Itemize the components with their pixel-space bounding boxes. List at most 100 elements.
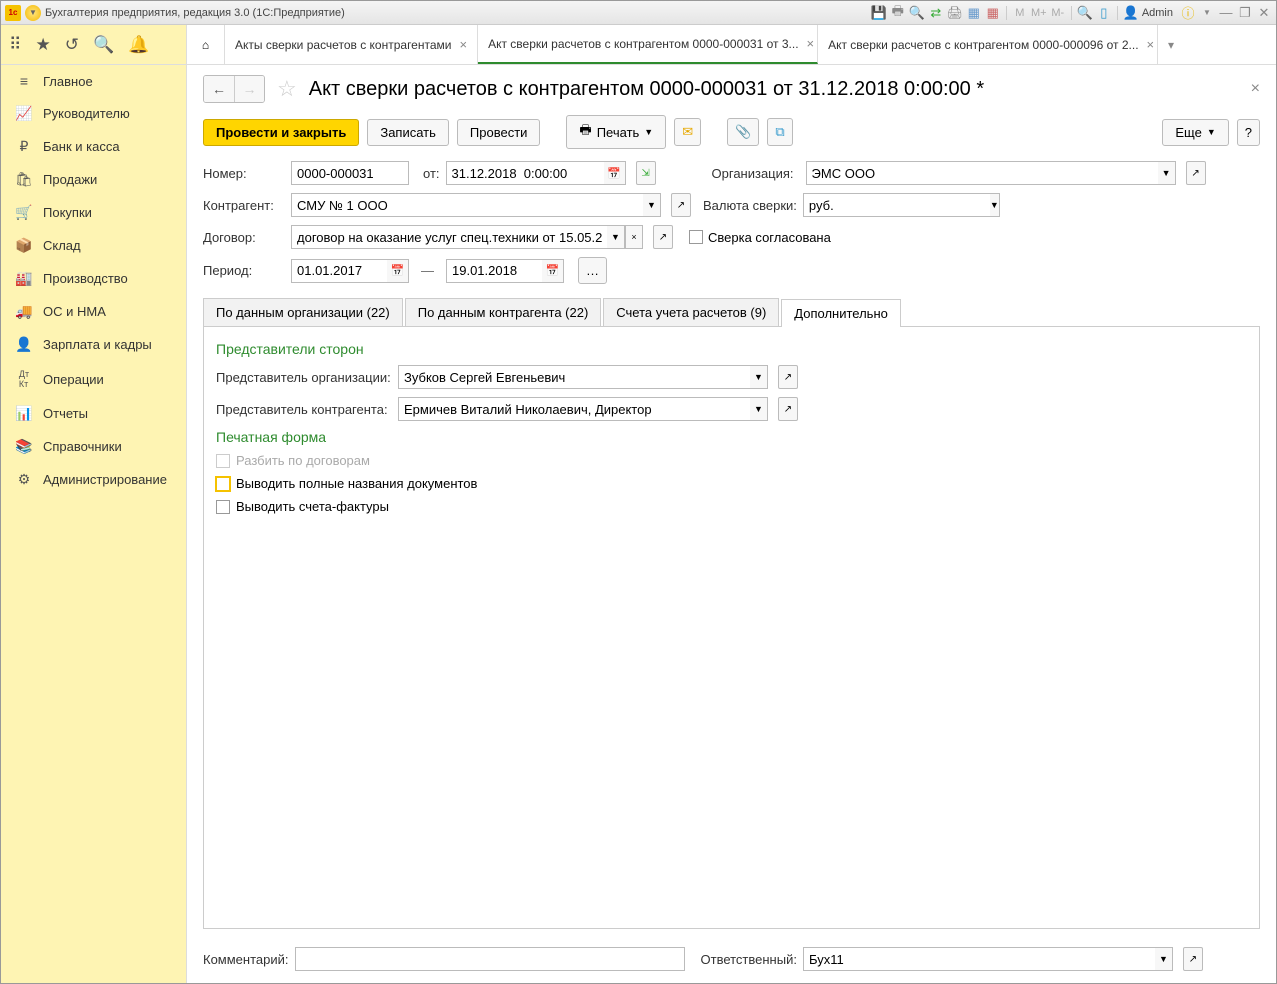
info-icon[interactable]: ⓘ: [1180, 5, 1196, 21]
inner-tab-accounts[interactable]: Счета учета расчетов (9): [603, 298, 779, 326]
rep-org-input[interactable]: [398, 365, 750, 389]
person-icon: 👤: [15, 336, 33, 353]
search-icon[interactable]: 🔍: [93, 35, 114, 55]
m-button[interactable]: M: [1012, 5, 1028, 21]
help-button[interactable]: ?: [1237, 119, 1260, 146]
date-adjust-button[interactable]: ⇲: [636, 161, 656, 185]
rep-cp-input[interactable]: [398, 397, 750, 421]
m-plus-button[interactable]: M+: [1031, 5, 1047, 21]
sidebar-item-main[interactable]: ≡Главное: [1, 65, 186, 97]
sidebar-item-production[interactable]: 🏭Производство: [1, 262, 186, 295]
sidebar-item-manager[interactable]: 📈Руководителю: [1, 97, 186, 130]
period-to-input[interactable]: [446, 259, 542, 283]
tab-act-96[interactable]: Акт сверки расчетов с контрагентом 0000-…: [818, 25, 1158, 64]
date-input[interactable]: [446, 161, 604, 185]
preview-icon[interactable]: 🔍: [909, 5, 925, 21]
invoices-checkbox[interactable]: [216, 500, 230, 514]
post-and-close-button[interactable]: Провести и закрыть: [203, 119, 359, 146]
home-tab[interactable]: ⌂: [187, 25, 225, 64]
minimize-icon[interactable]: —: [1218, 5, 1234, 21]
favorite-icon[interactable]: ★: [35, 35, 50, 55]
printer-icon[interactable]: 🖨: [947, 5, 963, 21]
close-window-icon[interactable]: ✕: [1256, 5, 1272, 21]
sidebar-item-bank[interactable]: ₽Банк и касса: [1, 130, 186, 163]
currency-input[interactable]: [803, 193, 990, 217]
close-document-icon[interactable]: ×: [1251, 80, 1260, 98]
sidebar-item-sales[interactable]: 🛍Продажи: [1, 163, 186, 196]
contract-input[interactable]: [291, 225, 607, 249]
home-icon: ⌂: [202, 38, 209, 52]
apps-icon[interactable]: ⠿: [9, 35, 21, 55]
compare-icon[interactable]: ⇄: [928, 5, 944, 21]
m-minus-button[interactable]: M-: [1050, 5, 1066, 21]
post-button[interactable]: Провести: [457, 119, 541, 146]
sidebar-item-directories[interactable]: 📚Справочники: [1, 430, 186, 463]
calendar-icon[interactable]: ▦: [966, 5, 982, 21]
currency-dropdown[interactable]: ▼: [990, 193, 1000, 217]
calendar-button[interactable]: 📅: [604, 161, 626, 185]
rep-cp-open[interactable]: ↗: [778, 397, 798, 421]
sidebar-item-assets[interactable]: 🚚ОС и НМА: [1, 295, 186, 328]
number-input[interactable]: [291, 161, 409, 185]
contract-clear[interactable]: ×: [625, 225, 643, 249]
rep-org-dropdown[interactable]: ▼: [750, 365, 768, 389]
inner-tab-cp-data[interactable]: По данным контрагента (22): [405, 298, 602, 326]
sidebar-item-purchases[interactable]: 🛒Покупки: [1, 196, 186, 229]
panel-icon[interactable]: ▯: [1096, 5, 1112, 21]
sidebar-item-operations[interactable]: ДтКтОперации: [1, 361, 186, 397]
close-icon[interactable]: ×: [1147, 37, 1155, 52]
history-icon[interactable]: ↺: [65, 35, 79, 55]
rep-org-open[interactable]: ↗: [778, 365, 798, 389]
responsible-dropdown[interactable]: ▼: [1155, 947, 1173, 971]
agreed-checkbox[interactable]: [689, 230, 703, 244]
org-dropdown[interactable]: ▼: [1158, 161, 1176, 185]
app-title: Бухгалтерия предприятия, редакция 3.0 (1…: [45, 7, 345, 19]
tab-acts-list[interactable]: Акты сверки расчетов с контрагентами ×: [225, 25, 478, 64]
print-button[interactable]: 🖶Печать▼: [566, 115, 666, 149]
nav-forward-button[interactable]: →: [234, 76, 264, 102]
info-drop-icon[interactable]: ▼: [1199, 5, 1215, 21]
cp-open-button[interactable]: ↗: [671, 193, 691, 217]
counterparty-label: Контрагент:: [203, 198, 285, 213]
org-open-button[interactable]: ↗: [1186, 161, 1206, 185]
sidebar-item-hr[interactable]: 👤Зарплата и кадры: [1, 328, 186, 361]
email-button[interactable]: ✉: [674, 118, 701, 146]
counterparty-input[interactable]: [291, 193, 643, 217]
period-from-cal[interactable]: 📅: [387, 259, 409, 283]
app-menu-dropdown[interactable]: ▼: [25, 5, 41, 21]
structure-button[interactable]: ⧉: [767, 118, 792, 146]
attach-button[interactable]: 📎: [727, 118, 759, 146]
print-icon[interactable]: 🖶: [890, 5, 906, 21]
contract-open-button[interactable]: ↗: [653, 225, 673, 249]
contract-dropdown[interactable]: ▼: [607, 225, 625, 249]
rep-cp-dropdown[interactable]: ▼: [750, 397, 768, 421]
more-button[interactable]: Еще ▼: [1162, 119, 1228, 146]
close-icon[interactable]: ×: [807, 36, 815, 51]
cp-dropdown[interactable]: ▼: [643, 193, 661, 217]
inner-tab-additional[interactable]: Дополнительно: [781, 299, 901, 327]
bag-icon: 🛍: [15, 171, 33, 188]
save-icon[interactable]: 💾: [871, 5, 887, 21]
sidebar-item-warehouse[interactable]: 📦Склад: [1, 229, 186, 262]
tabs-more[interactable]: ▾: [1158, 25, 1184, 64]
responsible-open[interactable]: ↗: [1183, 947, 1203, 971]
period-picker-button[interactable]: …: [578, 257, 607, 284]
bell-icon[interactable]: 🔔: [128, 35, 149, 55]
save-button[interactable]: Записать: [367, 119, 449, 146]
comment-input[interactable]: [295, 947, 685, 971]
zoom-icon[interactable]: 🔍: [1077, 5, 1093, 21]
org-input[interactable]: [806, 161, 1158, 185]
favorite-star-icon[interactable]: ☆: [277, 76, 297, 102]
full-doc-names-checkbox[interactable]: [216, 477, 230, 491]
maximize-icon[interactable]: ❐: [1237, 5, 1253, 21]
period-from-input[interactable]: [291, 259, 387, 283]
inner-tab-org-data[interactable]: По данным организации (22): [203, 298, 403, 326]
tab-act-31[interactable]: Акт сверки расчетов с контрагентом 0000-…: [478, 25, 818, 64]
sidebar-item-admin[interactable]: ⚙Администрирование: [1, 463, 186, 496]
close-icon[interactable]: ×: [459, 37, 467, 52]
responsible-input[interactable]: [803, 947, 1155, 971]
period-to-cal[interactable]: 📅: [542, 259, 564, 283]
nav-back-button[interactable]: ←: [204, 76, 234, 102]
calendar2-icon[interactable]: ▦: [985, 5, 1001, 21]
sidebar-item-reports[interactable]: 📊Отчеты: [1, 397, 186, 430]
